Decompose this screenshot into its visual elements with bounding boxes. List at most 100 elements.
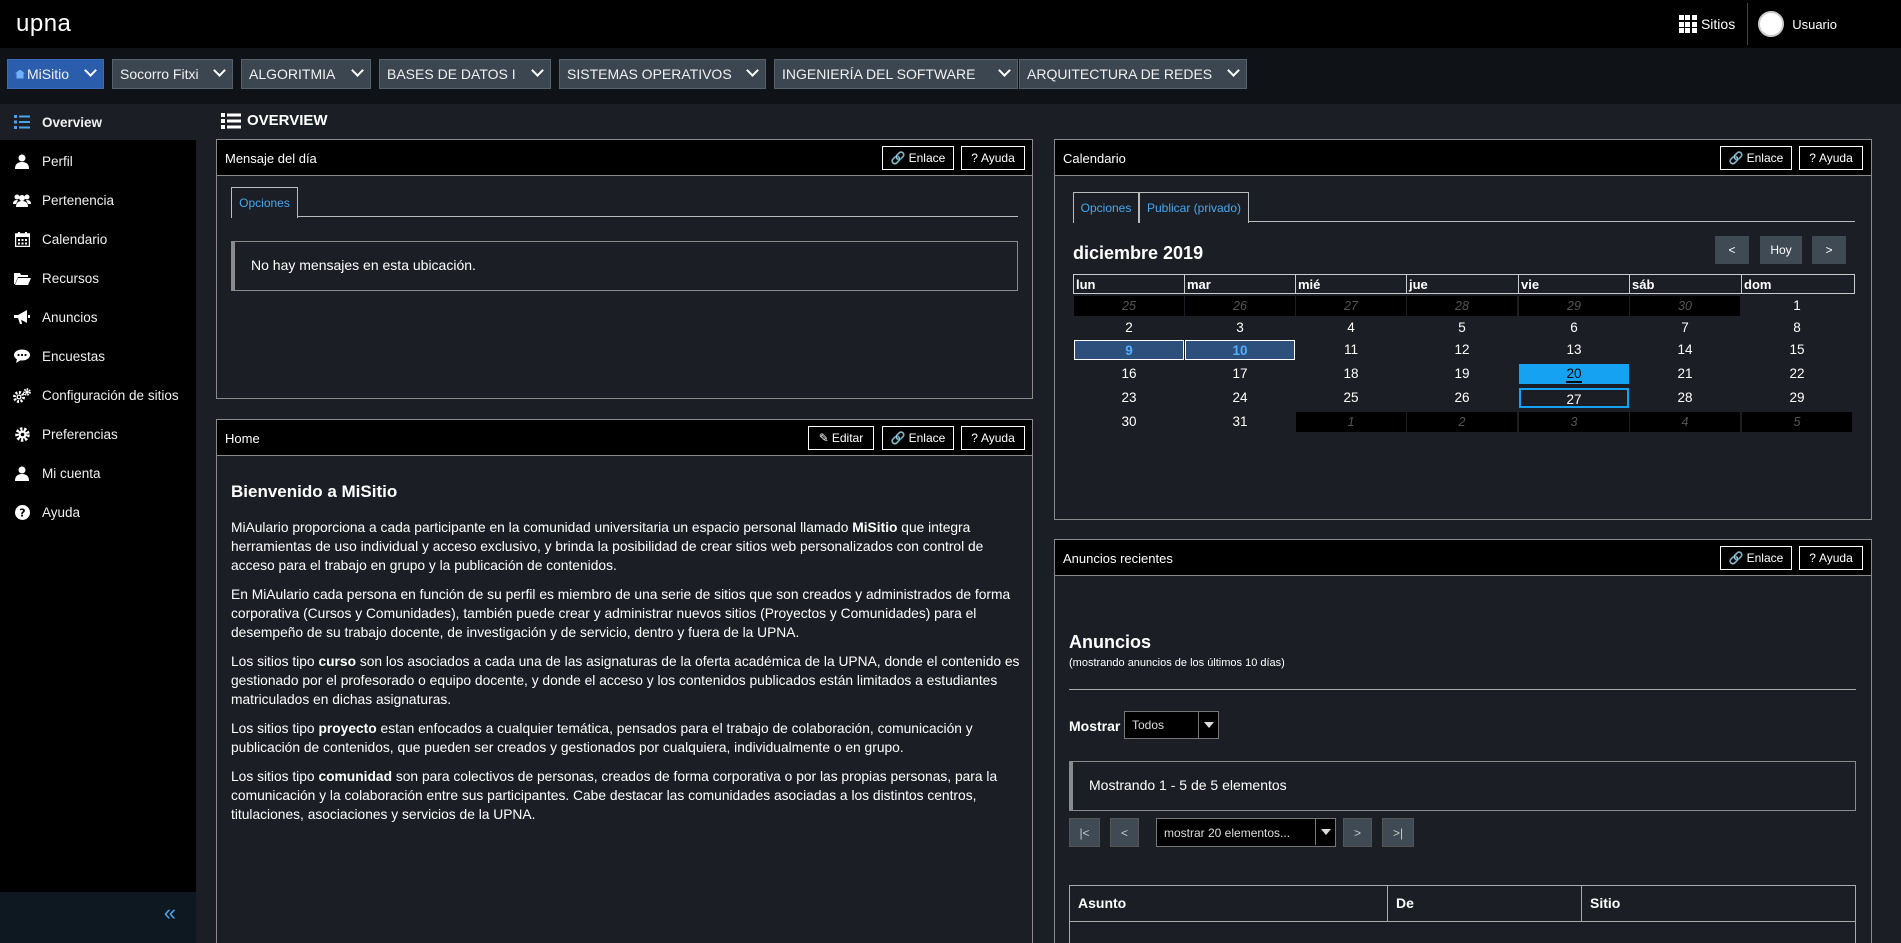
calendar-day[interactable]: 7 [1630,318,1740,338]
show-filter-select[interactable]: Todos [1124,711,1219,739]
calendar-day[interactable]: 24 [1185,388,1295,408]
calendar-day[interactable]: 3 [1519,412,1629,432]
calendar-day[interactable]: 29 [1519,296,1629,316]
grid-icon [1678,15,1697,33]
home-panel: Home ✎ Editar 🔗 Enlace ? Ayuda Bienvenido a… [216,419,1033,943]
calendar-day[interactable]: 13 [1519,340,1629,360]
chevron-down-icon[interactable] [213,64,226,77]
calendar-day[interactable]: 15 [1742,340,1852,360]
home-content: Bienvenido a MiSitio MiAulario proporcio… [231,482,1021,834]
calendar-day[interactable]: 4 [1296,318,1406,338]
user-menu-button[interactable]: Usuario [1758,11,1837,37]
pager-prev-button[interactable]: < [1110,818,1139,847]
calendar-day[interactable]: 30 [1630,296,1740,316]
chevron-down-icon[interactable] [84,64,97,77]
calendar-day[interactable]: 20 [1519,364,1629,384]
calendar-day[interactable]: 27 [1519,388,1629,408]
tab-options[interactable]: Opciones [231,187,298,218]
calendar-day[interactable]: 23 [1074,388,1184,408]
calendar-day[interactable]: 11 [1296,340,1406,360]
sidebar-item-preferencias[interactable]: Preferencias [0,416,196,452]
chevron-down-icon[interactable] [746,64,759,77]
collapse-sidebar-button[interactable]: « [0,892,196,943]
calendar-day[interactable]: 18 [1296,364,1406,384]
calendar-day[interactable]: 30 [1074,412,1184,432]
calendar-day[interactable]: 28 [1630,388,1740,408]
calendar-day[interactable]: 14 [1630,340,1740,360]
column-header-site[interactable]: Sitio [1582,886,1855,922]
link-button[interactable]: 🔗 Enlace [1720,546,1792,570]
site-tab-bases-de-datos[interactable]: BASES DE DATOS I [379,59,551,89]
calendar-day[interactable]: 1 [1296,412,1406,432]
calendar-day[interactable]: 28 [1407,296,1517,316]
sidebar-item-pertenencia[interactable]: Pertenencia [0,182,196,218]
calendar-day[interactable]: 2 [1074,318,1184,338]
sidebar-item-perfil[interactable]: Perfil [0,143,196,179]
calendar-day[interactable]: 5 [1407,318,1517,338]
tab-publish-private[interactable]: Publicar (privado) [1139,192,1249,223]
sidebar-item-overview[interactable]: Overview [0,104,196,140]
sidebar-item-anuncios[interactable]: Anuncios [0,299,196,335]
chevron-down-icon[interactable] [351,64,364,77]
sidebar-item-ayuda[interactable]: ? Ayuda [0,494,196,530]
calendar-today-button[interactable]: Hoy [1760,236,1802,264]
link-button[interactable]: 🔗 Enlace [882,426,954,450]
help-button[interactable]: ? Ayuda [1799,146,1863,170]
calendar-day[interactable]: 6 [1519,318,1629,338]
weekday-header: jue [1406,274,1518,294]
chevron-down-icon[interactable] [1227,64,1240,77]
tab-options[interactable]: Opciones [1073,192,1139,223]
column-header-subject[interactable]: Asunto [1070,886,1388,922]
sidebar-item-mi-cuenta[interactable]: Mi cuenta [0,455,196,491]
calendar-day[interactable]: 29 [1742,388,1852,408]
calendar-next-button[interactable]: > [1812,236,1846,264]
calendar-day[interactable]: 16 [1074,364,1184,384]
site-tab-ingenieria-software[interactable]: INGENIERÍA DEL SOFTWARE [774,59,1018,89]
help-button[interactable]: ? Ayuda [961,426,1025,450]
calendar-prev-button[interactable]: < [1715,236,1749,264]
pager-last-button[interactable]: >| [1382,818,1414,847]
site-tab-label: Socorro Fitxi [120,66,199,82]
calendar-day[interactable]: 3 [1185,318,1295,338]
calendar-day[interactable]: 12 [1407,340,1517,360]
site-tab-sistemas-operativos[interactable]: SISTEMAS OPERATIVOS [559,59,766,89]
calendar-day[interactable]: 21 [1630,364,1740,384]
sidebar-item-configuracion[interactable]: Configuración de sitios [0,377,196,413]
site-tab-misitio[interactable]: MiSitio [7,59,104,89]
calendar-day[interactable]: 8 [1742,318,1852,338]
chevron-down-icon[interactable] [998,64,1011,77]
calendar-day[interactable]: 2 [1407,412,1517,432]
calendar-day[interactable]: 17 [1185,364,1295,384]
help-button[interactable]: ? Ayuda [1799,546,1863,570]
column-header-from[interactable]: De [1388,886,1582,922]
calendar-day[interactable]: 25 [1296,388,1406,408]
calendar-day[interactable]: 22 [1742,364,1852,384]
calendar-day[interactable]: 26 [1185,296,1295,316]
sidebar-item-recursos[interactable]: Recursos [0,260,196,296]
sites-button[interactable]: Sitios [1667,3,1749,45]
link-button[interactable]: 🔗 Enlace [1720,146,1792,170]
site-tab-arquitectura-redes[interactable]: ARQUITECTURA DE REDES [1019,59,1247,89]
link-button[interactable]: 🔗 Enlace [882,146,954,170]
calendar-day[interactable]: 26 [1407,388,1517,408]
calendar-day[interactable]: 4 [1630,412,1740,432]
sidebar-item-calendario[interactable]: Calendario [0,221,196,257]
calendar-day[interactable]: 9 [1074,340,1184,360]
page-size-select[interactable]: mostrar 20 elementos... [1156,818,1336,847]
calendar-day[interactable]: 19 [1407,364,1517,384]
brand-logo[interactable]: upna [16,10,71,38]
site-tab-algoritmia[interactable]: ALGORITMIA [241,59,371,89]
calendar-day[interactable]: 25 [1074,296,1184,316]
chevron-down-icon[interactable] [531,64,544,77]
calendar-day[interactable]: 5 [1742,412,1852,432]
calendar-day[interactable]: 27 [1296,296,1406,316]
pager-first-button[interactable]: |< [1069,818,1100,847]
site-tab-socorro-fitxi[interactable]: Socorro Fitxi [112,59,233,89]
calendar-day[interactable]: 10 [1185,340,1295,360]
sidebar-item-encuestas[interactable]: Encuestas [0,338,196,374]
pager-next-button[interactable]: > [1343,818,1372,847]
calendar-day[interactable]: 31 [1185,412,1295,432]
calendar-day[interactable]: 1 [1742,296,1852,316]
help-button[interactable]: ? Ayuda [961,146,1025,170]
edit-button[interactable]: ✎ Editar [808,426,874,450]
